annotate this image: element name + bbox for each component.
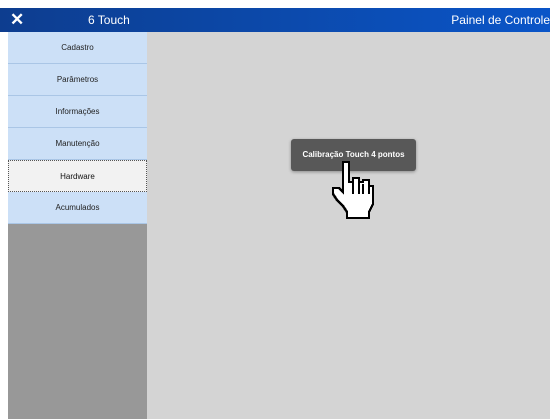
sidebar-item-parametros[interactable]: Parâmetros (8, 64, 147, 96)
main-content: Calibração Touch 4 pontos (147, 32, 550, 419)
sidebar-item-hardware[interactable]: Hardware (8, 160, 147, 192)
sidebar-item-manutencao[interactable]: Manutenção (8, 128, 147, 160)
app-title: 6 Touch (88, 13, 130, 27)
sidebar-item-acumulados[interactable]: Acumulados (8, 192, 147, 224)
sidebar-item-informacoes[interactable]: Informações (8, 96, 147, 128)
hand-pointer-icon (331, 160, 375, 220)
close-icon[interactable]: ✕ (10, 10, 28, 30)
panel-title: Painel de Controle (451, 13, 550, 27)
sidebar-item-cadastro[interactable]: Cadastro (8, 32, 147, 64)
title-bar: ✕ 6 Touch Painel de Controle (0, 8, 550, 32)
sidebar: Cadastro Parâmetros Informações Manutenç… (8, 32, 147, 419)
